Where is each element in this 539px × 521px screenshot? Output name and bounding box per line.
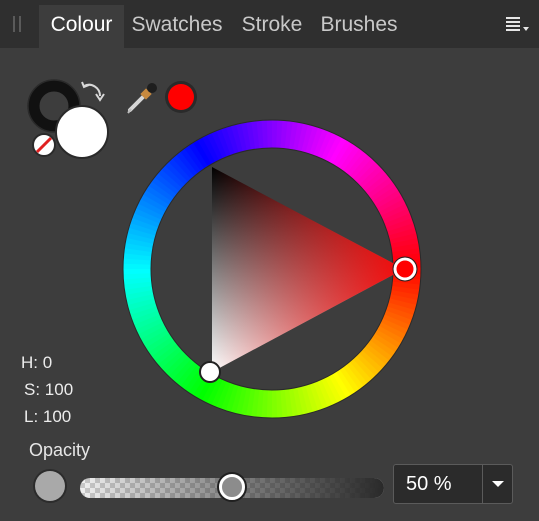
drag-grip-icon[interactable] <box>13 16 23 32</box>
tab-swatches[interactable]: Swatches <box>126 5 228 48</box>
eyedropper-icon[interactable] <box>124 82 160 116</box>
colour-wheel[interactable] <box>112 116 432 436</box>
tab-colour[interactable]: Colour <box>39 5 124 48</box>
tab-brushes[interactable]: Brushes <box>316 5 402 48</box>
hue-readout: H: 0 <box>21 353 53 372</box>
tab-bar: Colour Swatches Stroke Brushes <box>0 0 539 48</box>
hamburger-menu-icon[interactable] <box>506 15 530 35</box>
no-fill-icon[interactable] <box>32 133 56 157</box>
opacity-preview-swatch[interactable] <box>35 471 65 501</box>
tab-stroke[interactable]: Stroke <box>234 5 310 48</box>
hue-handle[interactable] <box>393 257 417 281</box>
opacity-value[interactable]: 50 % <box>406 473 452 496</box>
saturation-lightness-handle[interactable] <box>199 361 221 383</box>
fill-colour-swatch[interactable] <box>55 105 109 159</box>
opacity-slider-thumb[interactable] <box>219 474 245 500</box>
saturation-readout: S: 100 <box>24 380 74 399</box>
opacity-label: Opacity <box>29 440 91 460</box>
opacity-field[interactable]: 50 % <box>393 464 513 504</box>
colour-panel: Colour Swatches Stroke Brushes H: 0 S: 1… <box>0 0 539 521</box>
chevron-down-icon <box>492 481 504 487</box>
lightness-readout: L: 100 <box>24 407 72 426</box>
opacity-dropdown-button[interactable] <box>483 465 513 503</box>
swap-arrows-icon[interactable] <box>78 80 108 110</box>
picked-colour-swatch[interactable] <box>163 79 199 115</box>
